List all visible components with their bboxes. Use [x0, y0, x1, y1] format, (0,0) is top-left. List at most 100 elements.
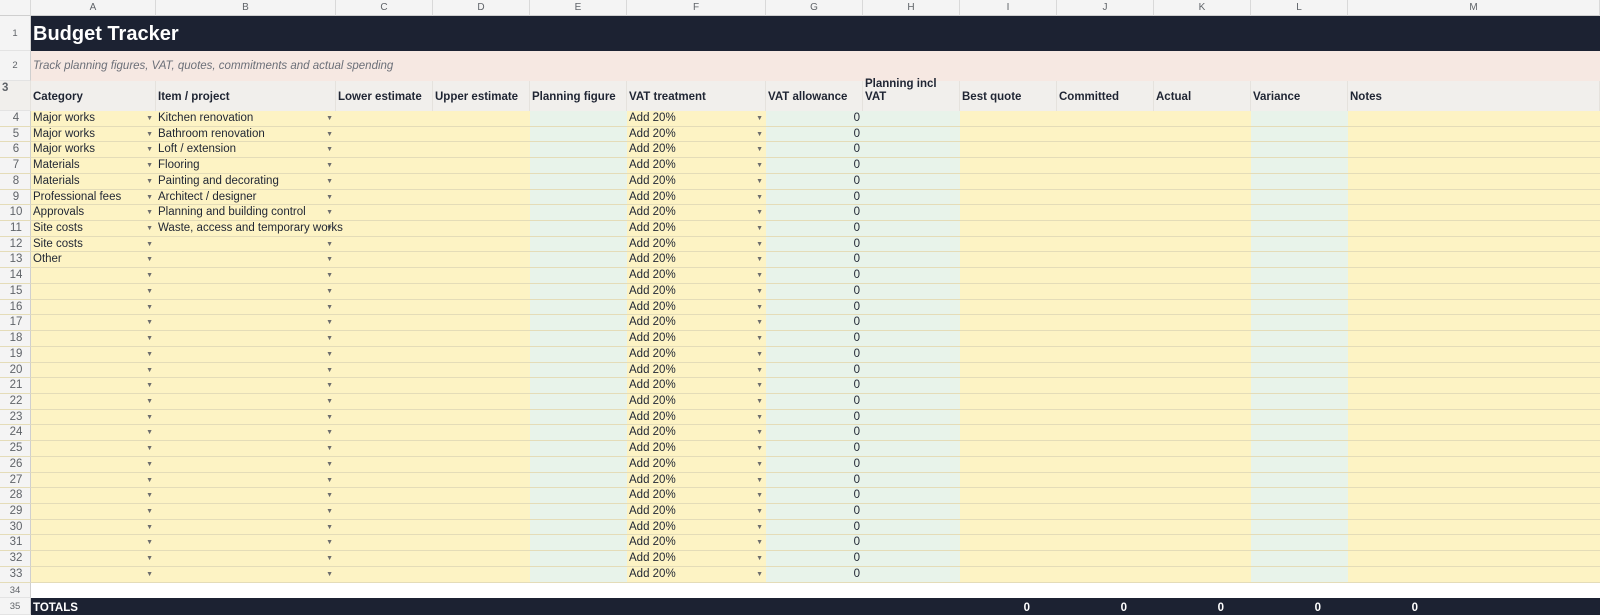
planning-figure-cell[interactable] [530, 205, 627, 222]
committed-cell[interactable] [1057, 456, 1154, 473]
best-quote-cell[interactable] [960, 393, 1057, 410]
variance-cell[interactable] [1251, 173, 1348, 190]
dropdown-arrow-icon[interactable]: ▼ [326, 162, 333, 170]
dropdown-arrow-icon[interactable]: ▼ [756, 304, 763, 312]
vat-allowance-cell[interactable]: 0 [766, 472, 863, 489]
dropdown-arrow-icon[interactable]: ▼ [756, 194, 763, 202]
variance-cell[interactable] [1251, 236, 1348, 253]
vat-allowance-cell[interactable]: 0 [766, 189, 863, 206]
dropdown-arrow-icon[interactable]: ▼ [756, 429, 763, 437]
variance-cell[interactable] [1251, 441, 1348, 457]
row-number[interactable]: 32 [0, 551, 31, 567]
dropdown-arrow-icon[interactable]: ▼ [756, 414, 763, 422]
notes-cell[interactable] [1348, 315, 1600, 332]
dropdown-arrow-icon[interactable]: ▼ [146, 146, 153, 154]
lower-estimate-cell[interactable] [336, 425, 433, 442]
variance-cell[interactable] [1251, 142, 1348, 159]
committed-cell[interactable] [1057, 142, 1154, 159]
planning-figure-cell[interactable] [530, 441, 627, 457]
column-header-k[interactable]: K [1154, 0, 1251, 16]
row-number[interactable]: 17 [0, 315, 31, 332]
notes-cell[interactable] [1348, 221, 1600, 237]
upper-estimate-cell[interactable] [433, 126, 530, 143]
variance-cell[interactable] [1251, 268, 1348, 284]
dropdown-arrow-icon[interactable]: ▼ [756, 178, 763, 186]
header-lower-estimate[interactable]: Lower estimate [336, 81, 433, 111]
vat-allowance-cell[interactable]: 0 [766, 456, 863, 473]
vat-allowance-cell[interactable]: 0 [766, 315, 863, 332]
actual-cell[interactable] [1154, 566, 1251, 583]
dropdown-arrow-icon[interactable]: ▼ [326, 241, 333, 249]
upper-estimate-cell[interactable] [433, 425, 530, 442]
category-cell[interactable]: Professional fees ▼ [31, 189, 156, 206]
lower-estimate-cell[interactable] [336, 362, 433, 379]
item-cell[interactable]: ▼ [156, 331, 336, 347]
vat-treatment-cell[interactable]: Add 20% ▼ [627, 111, 766, 127]
item-cell[interactable]: ▼ [156, 472, 336, 489]
dropdown-arrow-icon[interactable]: ▼ [756, 477, 763, 485]
dropdown-arrow-icon[interactable]: ▼ [326, 194, 333, 202]
variance-cell[interactable] [1251, 158, 1348, 174]
committed-cell[interactable] [1057, 472, 1154, 489]
category-cell[interactable]: ▼ [31, 519, 156, 536]
upper-estimate-cell[interactable] [433, 551, 530, 567]
header-planning-incl-vat[interactable]: Planning incl VAT [863, 78, 960, 111]
planning-incl-vat-cell[interactable] [863, 535, 960, 552]
planning-figure-cell[interactable] [530, 283, 627, 300]
dropdown-arrow-icon[interactable]: ▼ [756, 241, 763, 249]
notes-cell[interactable] [1348, 425, 1600, 442]
actual-cell[interactable] [1154, 252, 1251, 269]
lower-estimate-cell[interactable] [336, 409, 433, 426]
best-quote-cell[interactable] [960, 535, 1057, 552]
vat-treatment-cell[interactable]: Add 20% ▼ [627, 221, 766, 237]
select-all-corner[interactable] [0, 0, 31, 16]
variance-total[interactable]: 0 [1227, 598, 1324, 615]
upper-estimate-cell[interactable] [433, 488, 530, 504]
vat-treatment-cell[interactable]: Add 20% ▼ [627, 425, 766, 442]
dropdown-arrow-icon[interactable]: ▼ [146, 335, 153, 343]
upper-estimate-cell[interactable] [433, 221, 530, 237]
vat-treatment-cell[interactable]: Add 20% ▼ [627, 142, 766, 159]
best-quote-cell[interactable] [960, 378, 1057, 394]
category-cell[interactable]: ▼ [31, 283, 156, 300]
planning-figure-cell[interactable] [530, 504, 627, 520]
dropdown-arrow-icon[interactable]: ▼ [756, 272, 763, 280]
committed-cell[interactable] [1057, 268, 1154, 284]
row-number[interactable]: 19 [0, 346, 31, 363]
dropdown-arrow-icon[interactable]: ▼ [326, 304, 333, 312]
dropdown-arrow-icon[interactable]: ▼ [326, 524, 333, 532]
actual-cell[interactable] [1154, 378, 1251, 394]
actual-cell[interactable] [1154, 535, 1251, 552]
row-number[interactable]: 28 [0, 488, 31, 504]
notes-cell[interactable] [1348, 488, 1600, 504]
planning-figure-cell[interactable] [530, 535, 627, 552]
item-cell[interactable]: ▼ [156, 252, 336, 269]
item-cell[interactable]: ▼ [156, 488, 336, 504]
notes-cell[interactable] [1348, 142, 1600, 159]
actual-cell[interactable] [1154, 173, 1251, 190]
vat-allowance-cell[interactable]: 0 [766, 488, 863, 504]
best-quote-cell[interactable] [960, 331, 1057, 347]
best-quote-cell[interactable] [960, 315, 1057, 332]
actual-cell[interactable] [1154, 472, 1251, 489]
upper-estimate-cell[interactable] [433, 441, 530, 457]
vat-allowance-cell[interactable]: 0 [766, 535, 863, 552]
best-quote-cell[interactable] [960, 504, 1057, 520]
committed-cell[interactable] [1057, 535, 1154, 552]
dropdown-arrow-icon[interactable]: ▼ [756, 225, 763, 233]
variance-cell[interactable] [1251, 566, 1348, 583]
column-header-h[interactable]: H [863, 0, 960, 16]
lower-estimate-cell[interactable] [336, 456, 433, 473]
planning-figure-cell[interactable] [530, 315, 627, 332]
upper-estimate-cell[interactable] [433, 252, 530, 269]
notes-cell[interactable] [1348, 205, 1600, 222]
vat-treatment-cell[interactable]: Add 20% ▼ [627, 456, 766, 473]
vat-treatment-cell[interactable]: Add 20% ▼ [627, 566, 766, 583]
lower-estimate-cell[interactable] [336, 158, 433, 174]
row-number[interactable]: 25 [0, 441, 31, 457]
header-item-project[interactable]: Item / project [156, 81, 336, 111]
column-header-f[interactable]: F [627, 0, 766, 16]
item-cell[interactable]: ▼ [156, 236, 336, 253]
vat-treatment-cell[interactable]: Add 20% ▼ [627, 441, 766, 457]
lower-estimate-cell[interactable] [336, 535, 433, 552]
